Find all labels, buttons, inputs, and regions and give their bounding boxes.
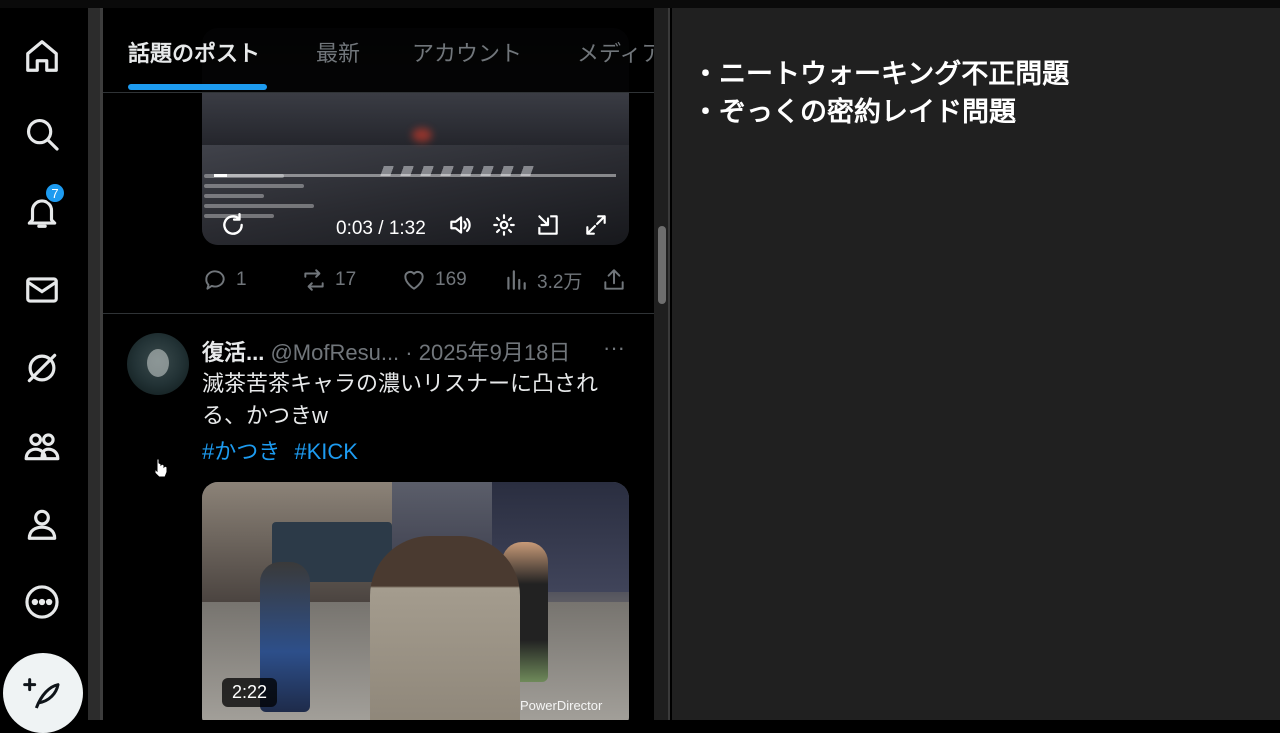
search-icon	[26, 118, 59, 151]
feather-plus-icon	[23, 678, 60, 709]
timeline-feed: 話題のポスト 最新 アカウント メディア 0:03 / 1:32 1 17 16…	[103, 8, 654, 720]
hashtag-link[interactable]: #かつき	[202, 439, 280, 464]
hashtags: #かつき #KICK	[202, 434, 366, 466]
grok-icon	[27, 353, 57, 383]
author-name[interactable]: 復活...	[202, 340, 264, 365]
heart-icon	[404, 270, 424, 290]
tab-top[interactable]: 話題のポスト	[128, 36, 260, 68]
profile-icon	[27, 509, 57, 540]
views-chart-icon	[507, 270, 526, 290]
reply-count: 1	[236, 269, 247, 290]
overlay-notes-panel: ・ニートウォーキング不正問題 ・ぞっくの密約レイド問題	[672, 8, 1280, 720]
tab-accounts[interactable]: アカウント	[412, 36, 522, 68]
volume-icon	[450, 216, 471, 234]
fullscreen-icon	[586, 215, 606, 235]
video-watermark: PowerDirector	[520, 698, 603, 713]
nav-notifications[interactable]: 7	[18, 182, 66, 236]
reply-icon	[205, 270, 225, 290]
view-count: 3.2万	[537, 271, 583, 293]
feed-scrollbar[interactable]	[654, 8, 670, 720]
post-header: 復活... @MofResu... · 2025年9月18日	[202, 335, 570, 367]
video-time: 0:03 / 1:32	[336, 218, 426, 239]
note-line: ・ぞっくの密約レイド問題	[692, 97, 1016, 128]
video-progress-bar[interactable]	[214, 174, 616, 177]
video-frame-lights	[412, 128, 432, 142]
post-text: 滅茶苦茶キャラの濃いリスナーに凸される、かつきw	[202, 371, 599, 428]
mail-icon	[26, 277, 58, 303]
views-button[interactable]: 3.2万	[503, 266, 582, 294]
home-icon	[26, 40, 58, 72]
post-date[interactable]: · 2025年9月18日	[405, 340, 570, 365]
more-circle-icon	[25, 585, 59, 619]
hashtag-link[interactable]: #KICK	[294, 439, 358, 464]
nav-explore[interactable]	[18, 110, 66, 158]
avatar[interactable]	[127, 333, 189, 395]
author-handle[interactable]: @MofResu...	[270, 340, 399, 365]
share-button[interactable]	[601, 266, 635, 294]
nav-messages[interactable]	[18, 266, 66, 314]
nav-more[interactable]	[18, 578, 66, 626]
video-duration-badge: 2:22	[222, 678, 278, 707]
settings-button[interactable]	[491, 212, 517, 238]
fullscreen-button[interactable]	[583, 212, 609, 238]
repost-icon	[304, 269, 324, 291]
communities-icon	[24, 433, 60, 461]
mouse-cursor-icon	[154, 458, 168, 478]
volume-button[interactable]	[447, 212, 473, 238]
tab-media[interactable]: メディア	[577, 36, 654, 68]
column-gutter	[88, 8, 103, 720]
video-thumbnail[interactable]: 2:22 PowerDirector	[202, 482, 629, 720]
replay-button[interactable]	[220, 212, 246, 238]
nav-communities[interactable]	[18, 422, 66, 470]
search-tabs: 話題のポスト 最新 アカウント メディア	[103, 8, 654, 93]
post-more-button[interactable]: ···	[603, 335, 625, 361]
like-button[interactable]: 169	[401, 266, 467, 294]
compose-post-button[interactable]	[3, 653, 83, 733]
reply-button[interactable]: 1	[202, 266, 247, 294]
side-navigation: 7	[0, 8, 88, 733]
repost-count: 17	[335, 269, 357, 290]
active-tab-indicator	[128, 84, 267, 90]
post-divider	[103, 313, 654, 314]
video-progress-fill	[214, 174, 228, 177]
scrollbar-thumb[interactable]	[658, 226, 666, 304]
note-line: ・ニートウォーキング不正問題	[692, 59, 1070, 90]
pip-icon	[538, 215, 558, 235]
tab-latest[interactable]: 最新	[316, 36, 360, 68]
picture-in-picture-button[interactable]	[535, 212, 561, 238]
share-icon	[604, 269, 624, 290]
replay-icon	[223, 212, 243, 235]
repost-button[interactable]: 17	[301, 266, 356, 294]
top-letterbox	[0, 0, 1280, 8]
notification-badge: 7	[44, 182, 66, 204]
nav-grok[interactable]	[18, 344, 66, 392]
video-frame-person	[370, 536, 520, 720]
like-count: 169	[435, 269, 467, 290]
gear-icon	[493, 214, 515, 236]
nav-profile[interactable]	[18, 500, 66, 548]
nav-home[interactable]	[18, 32, 66, 80]
